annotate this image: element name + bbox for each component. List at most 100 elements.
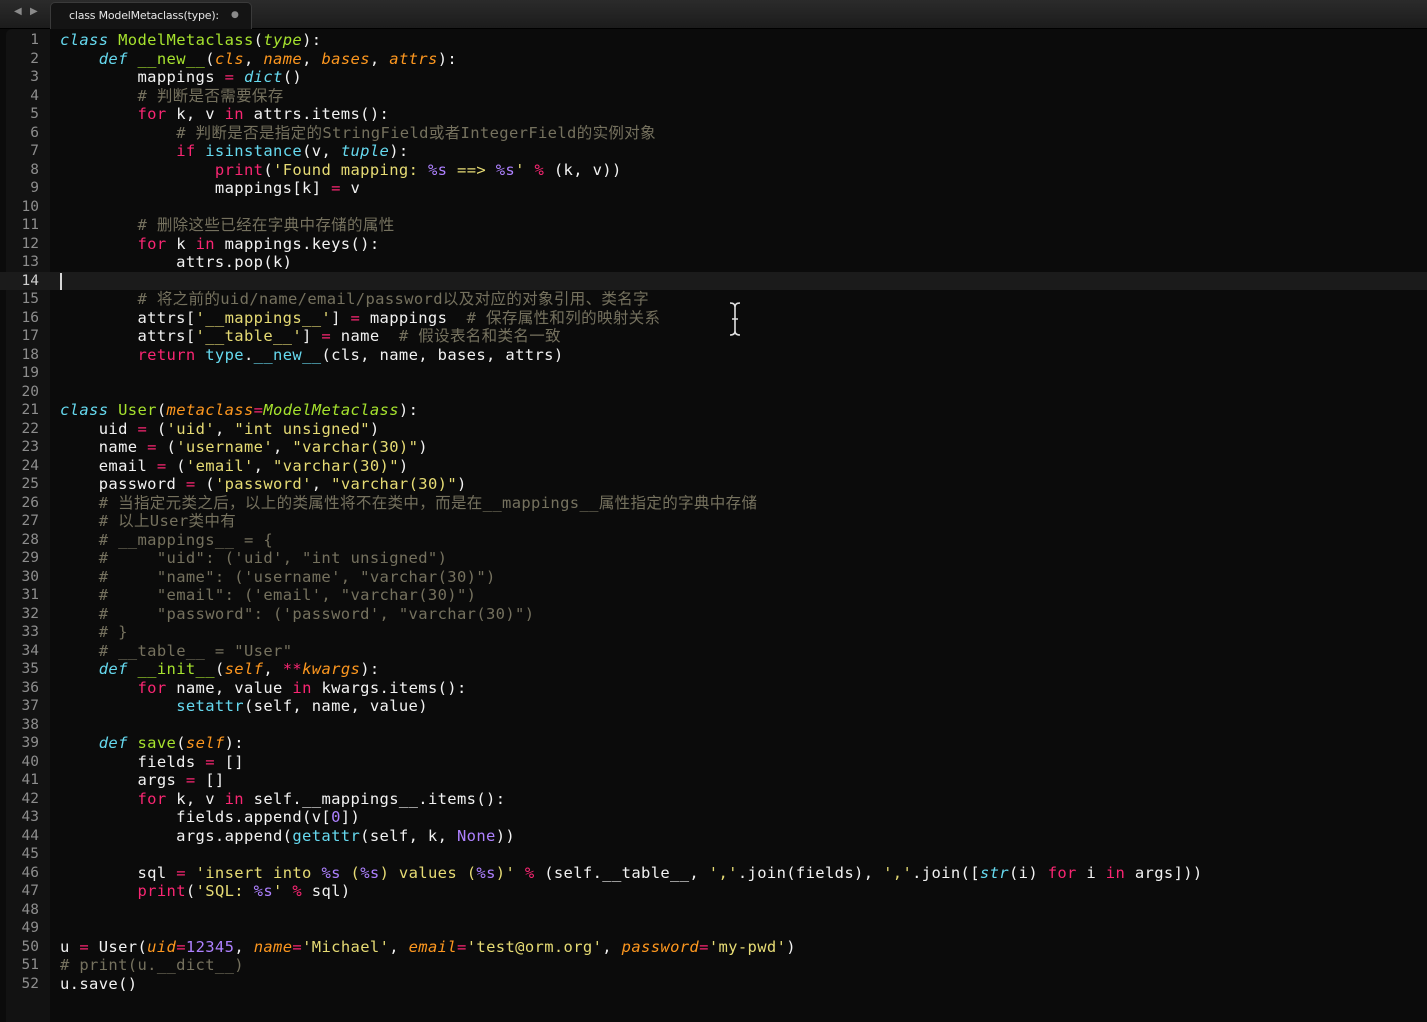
code-text[interactable]: # "name": ('username', "varchar(30)") — [60, 568, 496, 587]
code-line[interactable]: 46 sql = 'insert into %s (%s) values (%s… — [0, 864, 1427, 883]
code-line[interactable]: 36 for name, value in kwargs.items(): — [0, 679, 1427, 698]
code-line[interactable]: 49 — [0, 919, 1427, 938]
code-line[interactable]: 13 attrs.pop(k) — [0, 253, 1427, 272]
code-text[interactable]: mappings = dict() — [60, 68, 302, 87]
code-editor[interactable]: 1 class ModelMetaclass(type): 2 def __new_… — [0, 29, 1427, 1022]
editor-tab[interactable]: class ModelMetaclass(type): ● — [50, 2, 252, 29]
code-line[interactable]: 47 print('SQL: %s' % sql) — [0, 882, 1427, 901]
code-area[interactable]: 1 class ModelMetaclass(type): 2 def __new_… — [0, 31, 1427, 993]
code-line[interactable]: 8 print('Found mapping: %s ==> %s' % (k,… — [0, 161, 1427, 180]
code-text[interactable]: attrs.pop(k) — [60, 253, 292, 272]
code-line[interactable]: 2 def __new__(cls, name, bases, attrs): — [0, 50, 1427, 69]
code-text[interactable]: # print(u.__dict__) — [60, 956, 244, 975]
code-text[interactable]: # "uid": ('uid', "int unsigned") — [60, 549, 447, 568]
code-text[interactable]: for name, value in kwargs.items(): — [60, 679, 467, 698]
code-text[interactable]: if isinstance(v, tuple): — [60, 142, 409, 161]
code-text[interactable]: print('Found mapping: %s ==> %s' % (k, v… — [60, 161, 622, 180]
code-text[interactable]: # 以上User类中有 — [60, 512, 236, 531]
code-text[interactable]: email = ('email', "varchar(30)") — [60, 457, 409, 476]
code-text[interactable]: def save(self): — [60, 734, 244, 753]
code-text[interactable]: for k, v in attrs.items(): — [60, 105, 389, 124]
code-line[interactable]: 9 mappings[k] = v — [0, 179, 1427, 198]
code-text[interactable]: fields = [] — [60, 753, 244, 772]
code-text[interactable]: # 将之前的uid/name/email/password以及对应的对象引用、类… — [60, 290, 649, 309]
code-text[interactable]: return type.__new__(cls, name, bases, at… — [60, 346, 564, 365]
code-line[interactable]: 38 — [0, 716, 1427, 735]
code-text[interactable]: # "password": ('password', "varchar(30)"… — [60, 605, 534, 624]
code-text[interactable]: mappings[k] = v — [60, 179, 360, 198]
code-line[interactable]: 21 class User(metaclass=ModelMetaclass): — [0, 401, 1427, 420]
code-line[interactable]: 40 fields = [] — [0, 753, 1427, 772]
code-line[interactable]: 27 # 以上User类中有 — [0, 512, 1427, 531]
unsaved-indicator-icon[interactable]: ● — [231, 10, 239, 20]
code-text[interactable]: attrs['__table__'] = name # 假设表名和类名一致 — [60, 327, 561, 346]
code-line[interactable]: 34 # __table__ = "User" — [0, 642, 1427, 661]
code-line[interactable]: 24 email = ('email', "varchar(30)") — [0, 457, 1427, 476]
code-text[interactable]: for k, v in self.__mappings__.items(): — [60, 790, 505, 809]
code-line[interactable]: 37 setattr(self, name, value) — [0, 697, 1427, 716]
code-text[interactable]: for k in mappings.keys(): — [60, 235, 380, 254]
code-line[interactable]: 25 password = ('password', "varchar(30)"… — [0, 475, 1427, 494]
code-text[interactable]: u.save() — [60, 975, 137, 994]
code-line[interactable]: 20 — [0, 383, 1427, 402]
code-line[interactable]: 35 def __init__(self, **kwargs): — [0, 660, 1427, 679]
code-line[interactable]: 43 fields.append(v[0]) — [0, 808, 1427, 827]
code-line[interactable]: 32 # "password": ('password', "varchar(3… — [0, 605, 1427, 624]
code-text[interactable]: sql = 'insert into %s (%s) values (%s)' … — [60, 864, 1203, 883]
code-line[interactable]: 42 for k, v in self.__mappings__.items()… — [0, 790, 1427, 809]
code-line[interactable]: 51 # print(u.__dict__) — [0, 956, 1427, 975]
code-line[interactable]: 1 class ModelMetaclass(type): — [0, 31, 1427, 50]
code-text[interactable]: attrs['__mappings__'] = mappings # 保存属性和… — [60, 309, 660, 328]
code-text[interactable]: # 判断是否需要保存 — [60, 87, 284, 106]
back-arrow-icon[interactable]: ◀ — [14, 6, 22, 17]
code-line[interactable]: 12 for k in mappings.keys(): — [0, 235, 1427, 254]
code-text[interactable]: # 判断是否是指定的StringField或者IntegerField的实例对象 — [60, 124, 656, 143]
code-line[interactable]: 22 uid = ('uid', "int unsigned") — [0, 420, 1427, 439]
code-line[interactable]: 52 u.save() — [0, 975, 1427, 994]
code-text[interactable]: # "email": ('email', "varchar(30)") — [60, 586, 476, 605]
code-line[interactable]: 5 for k, v in attrs.items(): — [0, 105, 1427, 124]
code-text[interactable]: # } — [60, 623, 128, 642]
code-line[interactable]: 4 # 判断是否需要保存 — [0, 87, 1427, 106]
code-text[interactable]: class ModelMetaclass(type): — [60, 31, 321, 50]
code-text[interactable]: fields.append(v[0]) — [60, 808, 360, 827]
code-text[interactable]: # __table__ = "User" — [60, 642, 292, 661]
code-line[interactable]: 14 — [0, 271, 1427, 290]
code-line[interactable]: 3 mappings = dict() — [0, 68, 1427, 87]
code-line[interactable]: 41 args = [] — [0, 771, 1427, 790]
code-line[interactable]: 30 # "name": ('username', "varchar(30)") — [0, 568, 1427, 587]
code-line[interactable]: 45 — [0, 845, 1427, 864]
code-line[interactable]: 19 — [0, 364, 1427, 383]
code-text[interactable]: # 删除这些已经在字典中存储的属性 — [60, 216, 395, 235]
code-line[interactable]: 28 # __mappings__ = { — [0, 531, 1427, 550]
code-text[interactable]: u = User(uid=12345, name='Michael', emai… — [60, 938, 796, 957]
code-line[interactable]: 23 name = ('username', "varchar(30)") — [0, 438, 1427, 457]
code-text[interactable]: # __mappings__ = { — [60, 531, 273, 550]
code-line[interactable]: 6 # 判断是否是指定的StringField或者IntegerField的实例… — [0, 124, 1427, 143]
code-text[interactable]: class User(metaclass=ModelMetaclass): — [60, 401, 418, 420]
code-line[interactable]: 10 — [0, 198, 1427, 217]
code-line[interactable]: 11 # 删除这些已经在字典中存储的属性 — [0, 216, 1427, 235]
code-line[interactable]: 17 attrs['__table__'] = name # 假设表名和类名一致 — [0, 327, 1427, 346]
code-text[interactable]: name = ('username', "varchar(30)") — [60, 438, 428, 457]
code-line[interactable]: 39 def save(self): — [0, 734, 1427, 753]
code-text[interactable]: def __init__(self, **kwargs): — [60, 660, 380, 679]
code-line[interactable]: 7 if isinstance(v, tuple): — [0, 142, 1427, 161]
code-line[interactable]: 18 return type.__new__(cls, name, bases,… — [0, 346, 1427, 365]
code-line[interactable]: 50 u = User(uid=12345, name='Michael', em… — [0, 938, 1427, 957]
code-line[interactable]: 29 # "uid": ('uid', "int unsigned") — [0, 549, 1427, 568]
code-line[interactable]: 15 # 将之前的uid/name/email/password以及对应的对象引… — [0, 290, 1427, 309]
code-line[interactable]: 26 # 当指定元类之后，以上的类属性将不在类中，而是在__mappings__… — [0, 494, 1427, 513]
code-text[interactable]: def __new__(cls, name, bases, attrs): — [60, 50, 457, 69]
code-text[interactable]: uid = ('uid', "int unsigned") — [60, 420, 380, 439]
code-line[interactable]: 16 attrs['__mappings__'] = mappings # 保存… — [0, 309, 1427, 328]
code-line[interactable]: 48 — [0, 901, 1427, 920]
code-text[interactable]: args = [] — [60, 771, 225, 790]
code-line[interactable]: 44 args.append(getattr(self, k, None)) — [0, 827, 1427, 846]
code-text[interactable]: setattr(self, name, value) — [60, 697, 428, 716]
code-line[interactable]: 33 # } — [0, 623, 1427, 642]
code-text[interactable]: print('SQL: %s' % sql) — [60, 882, 351, 901]
code-text[interactable]: args.append(getattr(self, k, None)) — [60, 827, 515, 846]
code-line[interactable]: 31 # "email": ('email', "varchar(30)") — [0, 586, 1427, 605]
code-text[interactable]: # 当指定元类之后，以上的类属性将不在类中，而是在__mappings__属性指… — [60, 494, 757, 513]
